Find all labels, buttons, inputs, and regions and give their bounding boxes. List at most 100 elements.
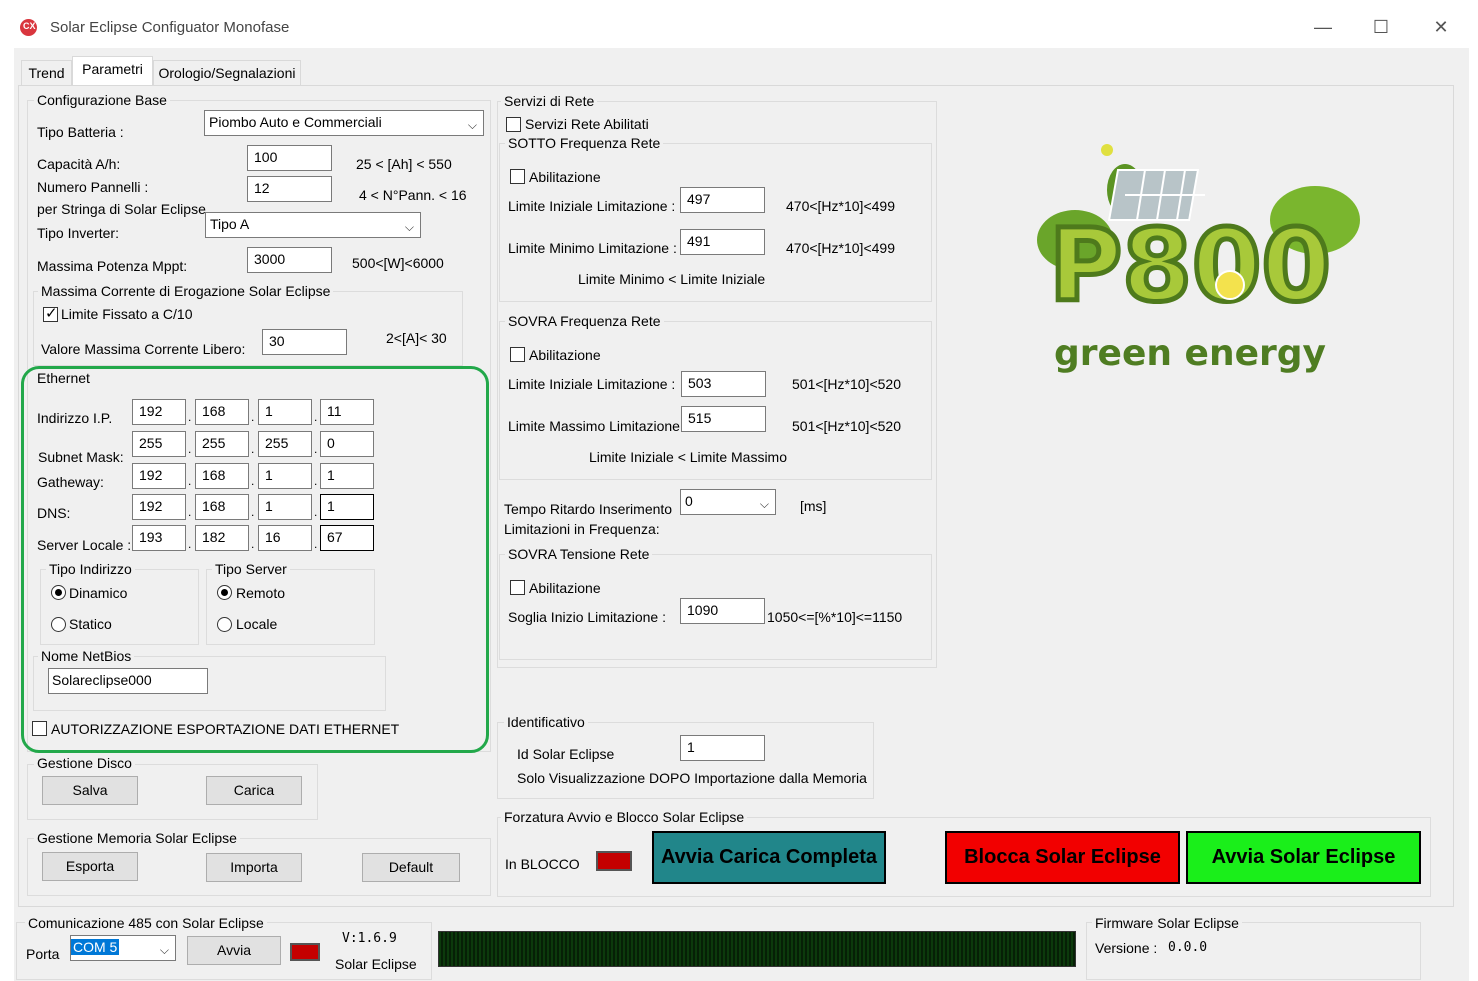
default-button[interactable]: Default <box>362 853 460 882</box>
sotto-title: SOTTO Frequenza Rete <box>505 135 664 151</box>
dinamico-radio[interactable] <box>51 585 66 600</box>
remoto-radio[interactable] <box>217 585 232 600</box>
dot-separator: . <box>314 505 318 519</box>
server-octet-4[interactable]: 67 <box>320 525 374 551</box>
sotto-abilitazione-checkbox[interactable] <box>510 169 525 184</box>
dot-separator: . <box>251 505 255 519</box>
sotto-abilitazione-label: Abilitazione <box>529 169 601 185</box>
servizi-abilitati-checkbox[interactable] <box>506 117 521 132</box>
dns-octet-3[interactable]: 1 <box>258 494 312 520</box>
tipo-inverter-select[interactable]: Tipo A ⌵ <box>205 212 421 238</box>
tipo-batteria-select[interactable]: Piombo Auto e Commerciali ⌵ <box>204 110 484 136</box>
ip-octet-3[interactable]: 1 <box>258 399 312 425</box>
numero-pannelli-input[interactable]: 12 <box>247 176 332 202</box>
sotto-note: Limite Minimo < Limite Iniziale <box>578 271 766 287</box>
green-energy-text: green energy <box>1054 333 1326 374</box>
blocca-button[interactable]: Blocca Solar Eclipse <box>945 831 1180 884</box>
sovra-iniziale-input[interactable]: 503 <box>681 371 766 397</box>
dns-octet-4[interactable]: 1 <box>320 494 374 520</box>
statico-radio[interactable] <box>51 617 66 632</box>
valore-corrente-range: 2<[A]< 30 <box>386 330 447 346</box>
tab-parametri[interactable]: Parametri <box>72 56 153 87</box>
avvia-button[interactable]: Avvia Solar Eclipse <box>1186 831 1421 884</box>
salva-button[interactable]: Salva <box>42 776 138 805</box>
p800-logo-graphic: P800 green energy <box>1037 144 1360 374</box>
limite-fissato-checkbox[interactable] <box>43 304 58 322</box>
subnet-octet-1[interactable]: 255 <box>132 431 186 457</box>
minimize-button[interactable]: — <box>1308 14 1338 40</box>
importa-button[interactable]: Importa <box>206 853 302 882</box>
gateway-octet-3[interactable]: 1 <box>258 463 312 489</box>
sovra-note: Limite Iniziale < Limite Massimo <box>589 449 788 465</box>
servizi-abilitati-label: Servizi Rete Abilitati <box>525 116 649 132</box>
valore-corrente-label: Valore Massima Corrente Libero: <box>41 341 246 357</box>
dot-separator: . <box>188 505 192 519</box>
comm-title: Comunicazione 485 con Solar Eclipse <box>25 915 267 931</box>
chevron-down-icon: ⌵ <box>159 943 169 957</box>
product-label: Solar Eclipse <box>335 956 417 972</box>
ip-octet-2[interactable]: 168 <box>195 399 249 425</box>
sotto-iniziale-label: Limite Iniziale Limitazione : <box>508 198 676 214</box>
capacita-input[interactable]: 100 <box>247 145 332 171</box>
chevron-down-icon: ⌵ <box>404 220 414 234</box>
gateway-octet-2[interactable]: 168 <box>195 463 249 489</box>
ip-octet-4[interactable]: 11 <box>320 399 374 425</box>
dot-separator: . <box>188 410 192 424</box>
tab-orologio[interactable]: Orologio/Segnalazioni <box>153 60 301 86</box>
avvia-carica-button[interactable]: Avvia Carica Completa <box>652 831 886 884</box>
subnet-octet-3[interactable]: 255 <box>258 431 312 457</box>
esporta-button[interactable]: Esporta <box>42 852 138 881</box>
sovra-iniziale-label: Limite Iniziale Limitazione : <box>508 376 676 392</box>
chevron-down-icon: ⌵ <box>759 497 769 511</box>
gateway-octet-4[interactable]: 1 <box>320 463 374 489</box>
subnet-octet-4[interactable]: 0 <box>320 431 374 457</box>
avvia-comm-button[interactable]: Avvia <box>187 936 281 965</box>
sovra-massimo-input[interactable]: 515 <box>681 406 766 432</box>
autorizzazione-label: AUTORIZZAZIONE ESPORTAZIONE DATI ETHERNE… <box>51 721 400 737</box>
close-button[interactable]: ✕ <box>1426 14 1456 40</box>
sovra-iniziale-range: 501<[Hz*10]<520 <box>792 376 901 392</box>
subnet-octet-2[interactable]: 255 <box>195 431 249 457</box>
ident-note: Solo Visualizzazione DOPO Importazione d… <box>517 770 867 786</box>
locale-radio[interactable] <box>217 617 232 632</box>
maximize-button[interactable]: ☐ <box>1366 14 1396 40</box>
tipo-inverter-label: Tipo Inverter: <box>37 225 119 241</box>
dot-separator: . <box>251 442 255 456</box>
capacita-label: Capacità A/h: <box>37 156 121 172</box>
dns-octet-1[interactable]: 192 <box>132 494 186 520</box>
dinamico-label: Dinamico <box>69 585 128 601</box>
netbios-title: Nome NetBios <box>38 648 135 664</box>
ritardo-unit: [ms] <box>800 498 827 514</box>
potenza-range: 500<[W]<6000 <box>352 255 444 271</box>
server-octet-1[interactable]: 193 <box>132 525 186 551</box>
carica-button[interactable]: Carica <box>206 776 302 805</box>
dot-separator: . <box>188 537 192 551</box>
server-octet-3[interactable]: 16 <box>258 525 312 551</box>
ip-octet-1[interactable]: 192 <box>132 399 186 425</box>
server-octet-2[interactable]: 182 <box>195 525 249 551</box>
id-input[interactable]: 1 <box>680 735 765 761</box>
potenza-input[interactable]: 3000 <box>247 247 332 273</box>
gateway-octet-1[interactable]: 192 <box>132 463 186 489</box>
sovra-abilitazione-checkbox[interactable] <box>510 347 525 362</box>
blocco-led-indicator <box>596 851 632 871</box>
sotto-minimo-input[interactable]: 491 <box>680 229 765 255</box>
autorizzazione-checkbox[interactable] <box>32 721 47 736</box>
tensione-title: SOVRA Tensione Rete <box>505 546 653 562</box>
valore-corrente-input[interactable]: 30 <box>262 329 347 355</box>
dns-octet-2[interactable]: 168 <box>195 494 249 520</box>
dot-separator: . <box>251 474 255 488</box>
sotto-iniziale-input[interactable]: 497 <box>680 187 765 213</box>
ritardo-select[interactable]: 0 ⌵ <box>680 489 776 515</box>
p800-logo: P800 green energy <box>1015 130 1365 380</box>
sovra-abilitazione-label: Abilitazione <box>529 347 601 363</box>
limite-fissato-label: Limite Fissato a C/10 <box>61 306 193 322</box>
sovra-title: SOVRA Frequenza Rete <box>505 313 664 329</box>
netbios-input[interactable]: Solareclipse000 <box>48 668 208 694</box>
tensione-abilitazione-checkbox[interactable] <box>510 580 525 595</box>
status-display <box>438 931 1076 967</box>
soglia-input[interactable]: 1090 <box>680 598 765 624</box>
tab-trend[interactable]: Trend <box>21 60 72 86</box>
porta-select[interactable]: COM 5 ⌵ <box>70 935 176 961</box>
sotto-iniziale-range: 470<[Hz*10]<499 <box>786 198 895 214</box>
